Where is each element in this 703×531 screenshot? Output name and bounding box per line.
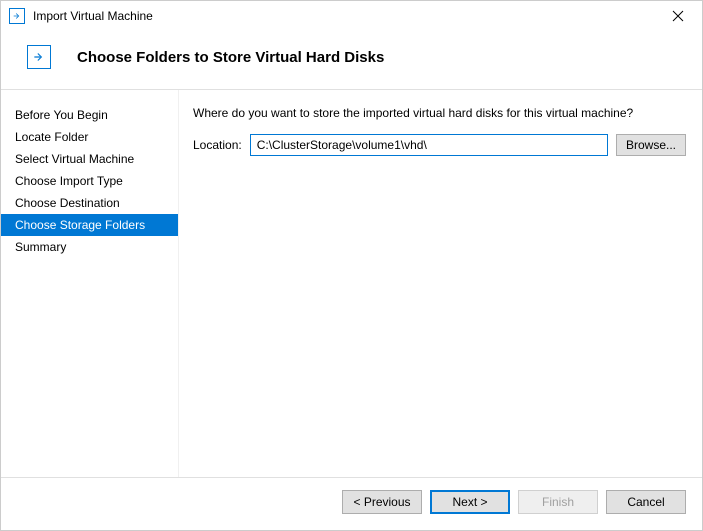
location-input[interactable] (250, 134, 608, 156)
footer: < Previous Next > Finish Cancel (1, 477, 702, 530)
wizard-window: Import Virtual Machine Choose Folders to… (0, 0, 703, 531)
wizard-steps-sidebar: Before You Begin Locate Folder Select Vi… (1, 90, 179, 477)
step-summary[interactable]: Summary (1, 236, 178, 258)
step-locate-folder[interactable]: Locate Folder (1, 126, 178, 148)
page-header: Choose Folders to Store Virtual Hard Dis… (1, 31, 702, 89)
import-icon (27, 45, 51, 69)
finish-button: Finish (518, 490, 598, 514)
step-choose-import-type[interactable]: Choose Import Type (1, 170, 178, 192)
step-before-you-begin[interactable]: Before You Begin (1, 104, 178, 126)
previous-button[interactable]: < Previous (342, 490, 422, 514)
location-label: Location: (193, 138, 242, 152)
page-title: Choose Folders to Store Virtual Hard Dis… (77, 49, 384, 66)
step-select-virtual-machine[interactable]: Select Virtual Machine (1, 148, 178, 170)
cancel-button[interactable]: Cancel (606, 490, 686, 514)
window-title: Import Virtual Machine (33, 9, 658, 23)
step-choose-storage-folders[interactable]: Choose Storage Folders (1, 214, 178, 236)
content-pane: Where do you want to store the imported … (179, 90, 702, 477)
prompt-text: Where do you want to store the imported … (193, 106, 686, 120)
browse-button[interactable]: Browse... (616, 134, 686, 156)
close-icon[interactable] (658, 2, 698, 30)
next-button[interactable]: Next > (430, 490, 510, 514)
location-row: Location: Browse... (193, 134, 686, 156)
app-icon (9, 8, 25, 24)
step-choose-destination[interactable]: Choose Destination (1, 192, 178, 214)
body: Before You Begin Locate Folder Select Vi… (1, 90, 702, 477)
titlebar: Import Virtual Machine (1, 1, 702, 31)
